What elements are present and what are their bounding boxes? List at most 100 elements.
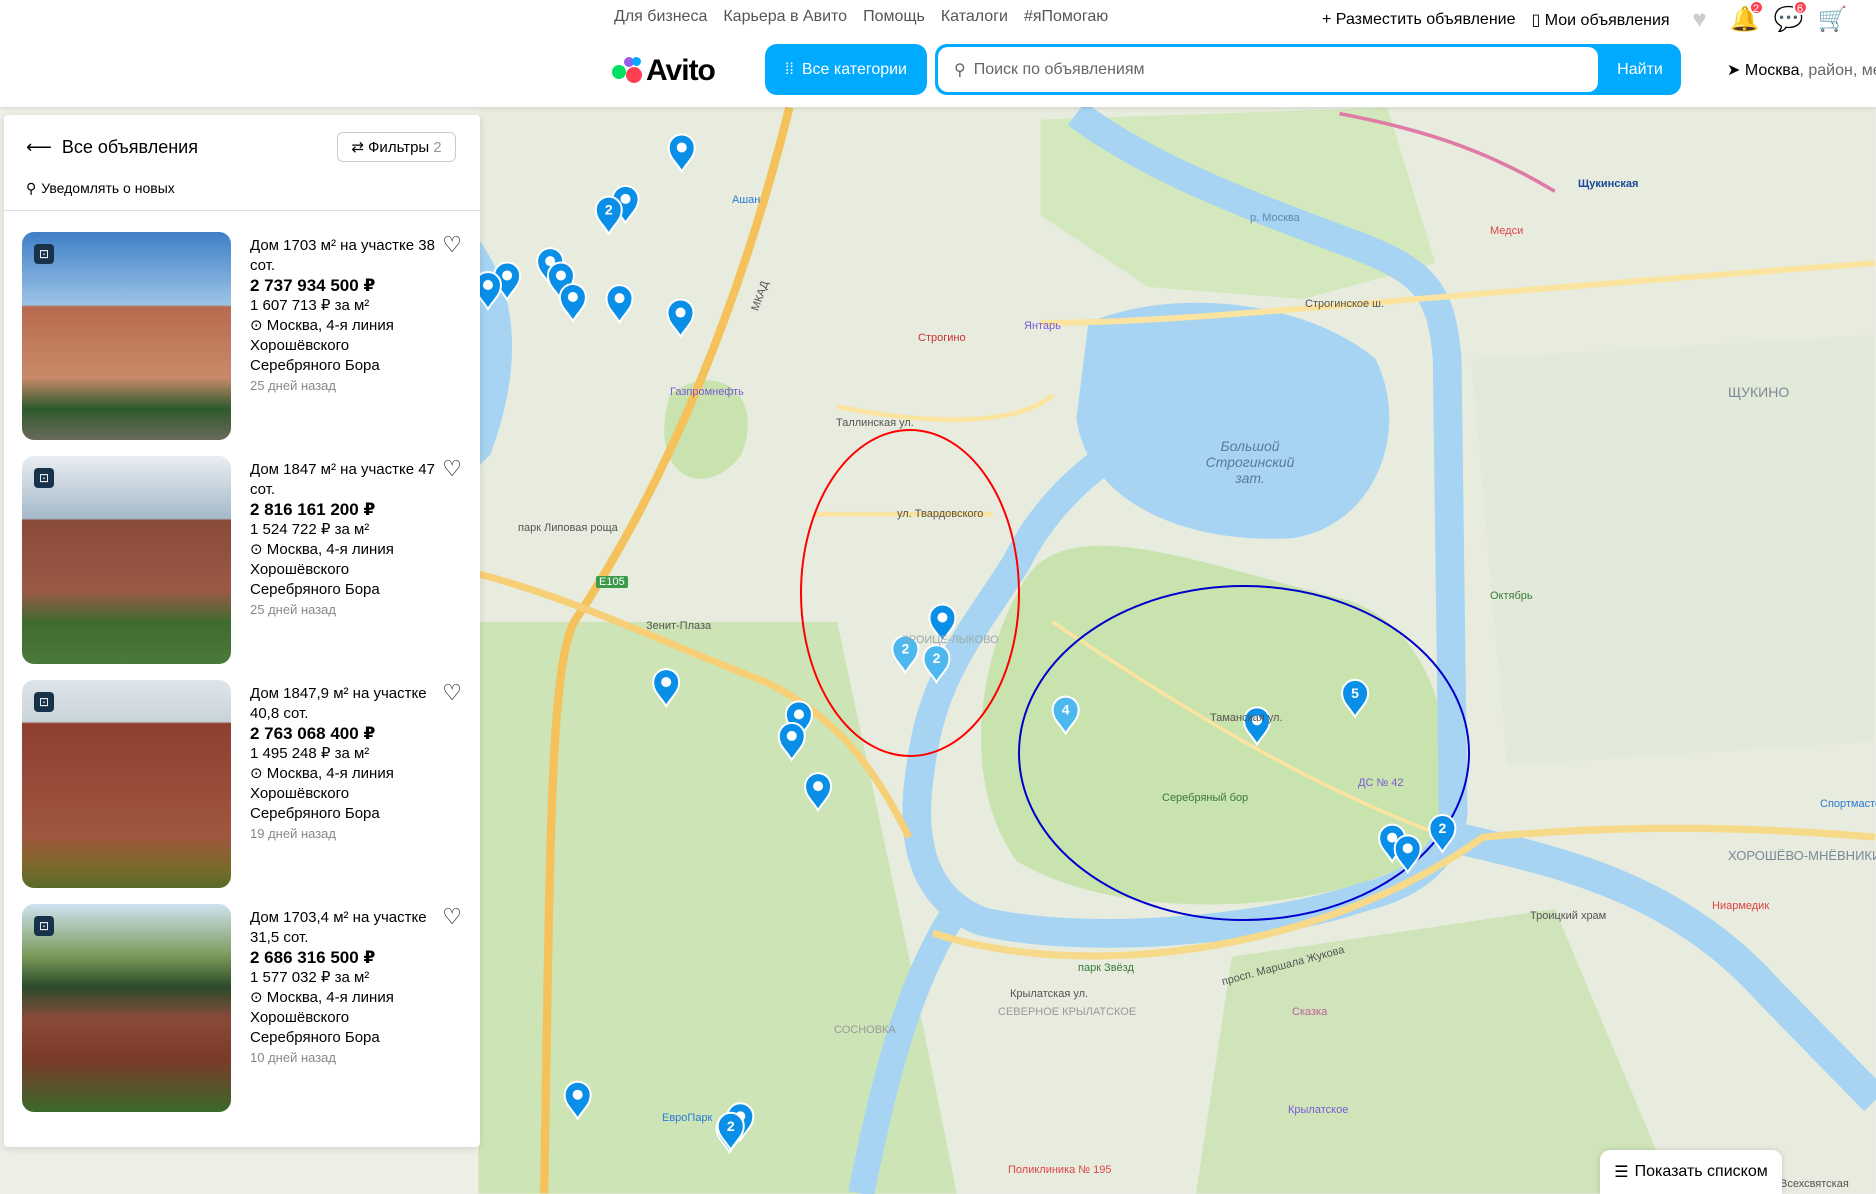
floor-plan-icon: ⊡ <box>34 916 54 936</box>
filters-button[interactable]: ⇄ Фильтры 2 <box>337 132 456 162</box>
map-label: Большой Строгинский зат. <box>1205 438 1295 486</box>
map-label: Медси <box>1490 225 1524 237</box>
map-label: Поликлиника № 195 <box>1008 1164 1112 1176</box>
location-selector[interactable]: ➤ Москва, район, ме <box>1727 60 1876 80</box>
map-label: ТРОИЦЕ-ЛЫКОВО <box>902 634 999 646</box>
listing-price-per-m2: 1 524 722 ₽ за м² <box>250 521 370 538</box>
listing-card[interactable]: ⊡ Дом 1703,4 м² на участке 31,5 сот. 2 6… <box>22 904 472 1112</box>
map-label: Ниармедик <box>1712 900 1770 912</box>
favorite-heart-icon[interactable]: ♡ <box>442 904 462 930</box>
map-label: ДС № 42 <box>1358 777 1404 789</box>
map-label: ХОРОШЁВО-МНЁВНИКИ <box>1728 848 1876 863</box>
search-bell-icon: ⚲ <box>26 180 37 196</box>
search-placeholder: Поиск по объявлениям <box>973 60 1145 78</box>
listing-card[interactable]: ⊡ Дом 1847 м² на участке 47 сот. 2 816 1… <box>22 456 472 664</box>
map-label: Таллинская ул. <box>836 417 914 429</box>
map-label: Зенит-Плаза <box>646 620 712 632</box>
favorite-heart-icon[interactable]: ♡ <box>442 232 462 258</box>
listing-title[interactable]: Дом 1847 м² на участке 47 сот. <box>250 460 440 500</box>
search-input[interactable]: ⚲ Поиск по объявлениям <box>938 47 1598 92</box>
map-label: СОСНОВКА <box>834 1024 896 1036</box>
listing-address: Москва, 4-я линия Хорошёвского Серебряно… <box>250 317 394 374</box>
listing-date: 25 дней назад <box>250 378 336 393</box>
floor-plan-icon: ⊡ <box>34 244 54 264</box>
map-label: парк Липовая роща <box>518 522 618 534</box>
back-to-all-ads[interactable]: ⟵ Все объявления <box>26 137 198 158</box>
nav-career[interactable]: Карьера в Авито <box>723 8 847 26</box>
listing-price-per-m2: 1 577 032 ₽ за м² <box>250 969 370 986</box>
map-label: СЕВЕРНОЕ КРЫЛАТСКОЕ <box>998 1006 1137 1018</box>
site-header: Для бизнеса Карьера в Авито Помощь Катал… <box>0 0 1876 107</box>
show-list-button[interactable]: ☰ Показать списком <box>1600 1150 1782 1194</box>
location-pin-icon: ⊙ <box>250 989 267 1006</box>
listing-price: 2 763 068 400 ₽ <box>250 724 376 743</box>
list-icon: ☰ <box>1614 1164 1629 1181</box>
listing-card[interactable]: ⊡ Дом 1847,9 м² на участке 40,8 сот. 2 7… <box>22 680 472 888</box>
cluster-count: 2 <box>605 202 613 218</box>
cluster-count: 5 <box>1351 685 1359 701</box>
favorite-heart-icon[interactable]: ♡ <box>442 680 462 706</box>
listing-price: 2 737 934 500 ₽ <box>250 276 376 295</box>
all-categories-button[interactable]: ⁞⁞ Все категории <box>765 44 927 95</box>
listing-photo[interactable]: ⊡ <box>22 456 231 664</box>
cart-icon[interactable]: 🛒 <box>1818 8 1848 32</box>
listing-price: 2 816 161 200 ₽ <box>250 500 376 519</box>
search-icon: ⚲ <box>954 61 966 79</box>
map-label: ул. Твардовского <box>897 508 984 520</box>
map-label: ЕвроПарк <box>662 1112 713 1124</box>
floor-plan-icon: ⊡ <box>34 468 54 488</box>
nav-catalogs[interactable]: Каталоги <box>941 8 1008 26</box>
listing-photo[interactable]: ⊡ <box>22 680 231 888</box>
listing-address: Москва, 4-я линия Хорошёвского Серебряно… <box>250 765 394 822</box>
map-label: Газпромнефть <box>670 386 744 398</box>
listing-title[interactable]: Дом 1703 м² на участке 38 сот. <box>250 236 440 276</box>
nav-business[interactable]: Для бизнеса <box>614 8 707 26</box>
show-list-label: Показать списком <box>1634 1163 1768 1180</box>
map-label: Спортмастер <box>1820 798 1876 810</box>
listing-photo[interactable]: ⊡ <box>22 232 231 440</box>
nav-help[interactable]: Помощь <box>863 8 925 26</box>
map-label: Крылатская ул. <box>1010 988 1089 1000</box>
my-ads-label: Мои объявления <box>1544 12 1670 29</box>
back-label: Все объявления <box>61 137 198 157</box>
logo-text: Avito <box>646 54 716 87</box>
map-label: Октябрь <box>1490 590 1533 602</box>
notifications-bell-icon[interactable]: 🔔 2 <box>1730 0 1764 32</box>
listing-price-per-m2: 1 495 248 ₽ за м² <box>250 745 370 762</box>
map-label: E105 <box>596 576 628 588</box>
avito-logo[interactable]: Avito <box>612 54 716 88</box>
listing-card[interactable]: ⊡ Дом 1703 м² на участке 38 сот. 2 737 9… <box>22 232 472 440</box>
nav-ipomogayu[interactable]: #яПомогаю <box>1024 8 1108 26</box>
favorites-heart-icon[interactable]: ♥ <box>1686 8 1714 32</box>
document-icon: ▯ <box>1531 12 1545 29</box>
top-nav: Для бизнеса Карьера в Авито Помощь Катал… <box>614 8 1108 26</box>
categories-label: Все категории <box>801 60 907 78</box>
my-ads-link[interactable]: ▯ Мои объявления <box>1532 10 1670 30</box>
map-label: Щукинская <box>1578 178 1639 190</box>
search-button[interactable]: Найти <box>1599 44 1681 95</box>
listing-address: Москва, 4-я линия Хорошёвского Серебряно… <box>250 541 394 598</box>
listing-photo[interactable]: ⊡ <box>22 904 231 1112</box>
cluster-count: 2 <box>727 1118 735 1134</box>
listings-panel: ⟵ Все объявления ⇄ Фильтры 2 ⚲ Уведомлять о … <box>4 115 480 1147</box>
location-pin-icon: ⊙ <box>250 317 267 334</box>
map-label: Строгино <box>918 332 966 344</box>
post-ad-label: Разместить объявление <box>1335 11 1516 28</box>
grid-icon: ⁞⁞ <box>784 60 794 78</box>
favorite-heart-icon[interactable]: ♡ <box>442 456 462 482</box>
listing-date: 25 дней назад <box>250 602 336 617</box>
post-ad-link[interactable]: + Разместить объявление <box>1322 11 1516 29</box>
location-city: Москва <box>1744 62 1800 79</box>
floor-plan-icon: ⊡ <box>34 692 54 712</box>
listing-date: 19 дней назад <box>250 826 336 841</box>
listing-title[interactable]: Дом 1703,4 м² на участке 31,5 сот. <box>250 908 440 948</box>
notify-label: Уведомлять о новых <box>41 180 175 196</box>
map-label: Янтарь <box>1024 320 1061 332</box>
sliders-icon: ⇄ <box>351 139 365 156</box>
listing-address: Москва, 4-я линия Хорошёвского Серебряно… <box>250 989 394 1046</box>
notify-new-link[interactable]: ⚲ Уведомлять о новых <box>26 180 175 197</box>
messages-icon[interactable]: 💬 6 <box>1774 0 1808 32</box>
map-label: Всехсвятская <box>1780 1178 1849 1190</box>
listing-title[interactable]: Дом 1847,9 м² на участке 40,8 сот. <box>250 684 440 724</box>
plus-icon: + <box>1322 11 1336 28</box>
